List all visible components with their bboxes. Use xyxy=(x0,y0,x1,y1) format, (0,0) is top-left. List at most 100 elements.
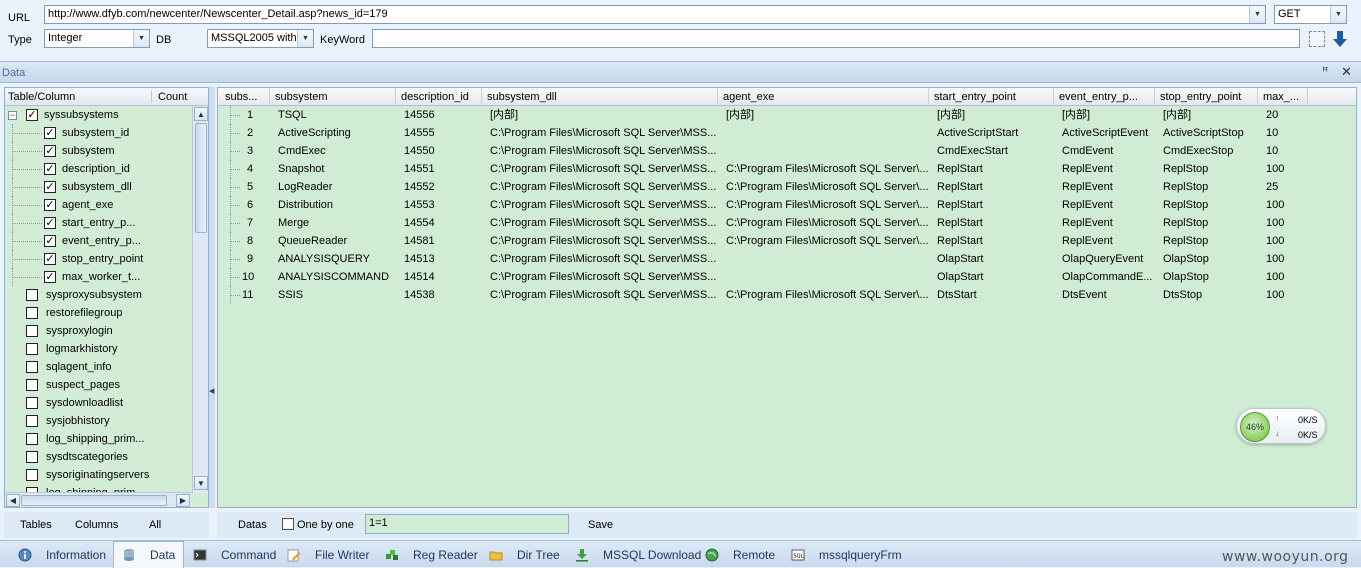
grid-cell[interactable]: CmdEvent xyxy=(1062,142,1160,160)
tree-column-node[interactable]: ✓ stop_entry_point xyxy=(5,250,208,268)
panel-splitter[interactable]: ◀ xyxy=(209,87,215,508)
columns-button[interactable]: Columns xyxy=(75,519,118,531)
grid-column-header[interactable]: stop_entry_point xyxy=(1155,88,1258,106)
grid-cell[interactable]: ANALYSISCOMMAND xyxy=(278,268,401,286)
save-button[interactable]: Save xyxy=(588,519,613,531)
grid-cell[interactable]: 2 xyxy=(247,124,275,142)
grid-cell[interactable]: ReplStart xyxy=(937,178,1059,196)
tree-checkbox-unchecked[interactable] xyxy=(26,289,38,301)
tree-checkbox-unchecked[interactable] xyxy=(26,451,38,463)
arrow-down-icon[interactable] xyxy=(1332,30,1348,48)
grid-cell[interactable]: 100 xyxy=(1266,286,1313,304)
grid-cell[interactable]: 1 xyxy=(247,106,275,124)
tab-remote[interactable]: Remote xyxy=(697,541,783,568)
grid-cell[interactable] xyxy=(726,142,934,160)
grid-cell[interactable]: TSQL xyxy=(278,106,401,124)
tree-column-node[interactable]: ✓ event_entry_p... xyxy=(5,232,208,250)
tab-mssqlqueryfrm[interactable]: SQL mssqlqueryFrm xyxy=(783,541,910,568)
grid-cell[interactable]: C:\Program Files\Microsoft SQL Server\MS… xyxy=(490,196,723,214)
grid-cell[interactable]: C:\Program Files\Microsoft SQL Server\..… xyxy=(726,232,934,250)
pin-icon[interactable]: ꟸ xyxy=(1322,65,1328,78)
tables-button[interactable]: Tables xyxy=(20,519,52,531)
grid-cell[interactable]: C:\Program Files\Microsoft SQL Server\MS… xyxy=(490,178,723,196)
grid-cell[interactable]: 100 xyxy=(1266,214,1313,232)
all-button[interactable]: All xyxy=(149,519,161,531)
datas-button[interactable]: Datas xyxy=(238,519,267,531)
tree-table-node[interactable]: log_shipping_prim... xyxy=(5,430,208,448)
grid-cell[interactable]: ReplStart xyxy=(937,232,1059,250)
grid-cell[interactable]: OlapStop xyxy=(1163,268,1263,286)
tree-header-table-column[interactable]: Table/Column xyxy=(5,90,152,103)
grid-cell[interactable]: 25 xyxy=(1266,178,1313,196)
tree-table-node[interactable]: suspect_pages xyxy=(5,376,208,394)
grid-cell[interactable]: C:\Program Files\Microsoft SQL Server\MS… xyxy=(490,250,723,268)
grid-cell[interactable]: ReplEvent xyxy=(1062,178,1160,196)
db-select[interactable]: MSSQL2005 with E ▼ xyxy=(207,29,314,48)
tree-column-node[interactable]: ✓ subsystem xyxy=(5,142,208,160)
grid-cell[interactable]: [内部] xyxy=(1062,106,1160,124)
url-dropdown-button[interactable]: ▼ xyxy=(1249,6,1265,23)
grid-cell[interactable]: C:\Program Files\Microsoft SQL Server\..… xyxy=(726,178,934,196)
grid-cell[interactable]: 100 xyxy=(1266,250,1313,268)
grid-cell[interactable]: ActiveScriptStart xyxy=(937,124,1059,142)
table-row[interactable]: 8 QueueReader 14581 C:\Program Files\Micros… xyxy=(218,232,1356,250)
grid-cell[interactable]: ReplEvent xyxy=(1062,160,1160,178)
tree-table-node[interactable]: sysoriginatingservers xyxy=(5,466,208,484)
network-speed-widget[interactable]: 46% ↑ ↓ 0K/S 0K/S xyxy=(1236,408,1326,444)
tree-checkbox-checked[interactable]: ✓ xyxy=(44,271,56,283)
tree-checkbox-checked[interactable]: ✓ xyxy=(44,253,56,265)
tree-column-node[interactable]: ✓ description_id xyxy=(5,160,208,178)
grid-column-header[interactable]: agent_exe xyxy=(718,88,929,106)
grid-cell[interactable]: 9 xyxy=(247,250,275,268)
grid-cell[interactable]: Snapshot xyxy=(278,160,401,178)
grid-cell[interactable]: 6 xyxy=(247,196,275,214)
grid-cell[interactable]: C:\Program Files\Microsoft SQL Server\MS… xyxy=(490,214,723,232)
tree-column-node[interactable]: ✓ start_entry_p... xyxy=(5,214,208,232)
grid-cell[interactable]: ReplStop xyxy=(1163,214,1263,232)
scroll-right-icon[interactable]: ▶ xyxy=(176,494,190,507)
table-row[interactable]: 3 CmdExec 14550 C:\Program Files\Microsoft … xyxy=(218,142,1356,160)
one-by-one-checkbox[interactable] xyxy=(282,518,294,530)
grid-cell[interactable]: C:\Program Files\Microsoft SQL Server\MS… xyxy=(490,142,723,160)
grid-cell[interactable]: OlapStop xyxy=(1163,250,1263,268)
tree-checkbox-checked[interactable]: ✓ xyxy=(44,235,56,247)
grid-cell[interactable]: 4 xyxy=(247,160,275,178)
tree-vertical-scrollbar[interactable]: ▲ ▼ xyxy=(192,106,208,493)
tab-file-writer[interactable]: File Writer xyxy=(279,541,377,568)
tree-checkbox-checked[interactable]: ✓ xyxy=(44,145,56,157)
grid-cell[interactable]: 14552 xyxy=(404,178,487,196)
grid-cell[interactable]: CmdExec xyxy=(278,142,401,160)
tree-checkbox-checked[interactable]: ✓ xyxy=(26,109,38,121)
tree-column-node[interactable]: ✓ max_worker_t... xyxy=(5,268,208,286)
grid-cell[interactable]: C:\Program Files\Microsoft SQL Server\MS… xyxy=(490,160,723,178)
grid-column-header[interactable]: subsystem_dll xyxy=(482,88,718,106)
collapse-icon[interactable]: − xyxy=(8,110,17,120)
grid-cell[interactable]: LogReader xyxy=(278,178,401,196)
tree-column-node[interactable]: ✓ agent_exe xyxy=(5,196,208,214)
tree-checkbox-unchecked[interactable] xyxy=(26,343,38,355)
grid-cell[interactable]: CmdExecStop xyxy=(1163,142,1263,160)
table-row[interactable]: 4 Snapshot 14551 C:\Program Files\Microsoft… xyxy=(218,160,1356,178)
grid-cell[interactable]: ReplStart xyxy=(937,214,1059,232)
grid-cell[interactable]: [内部] xyxy=(490,106,723,124)
tree-hscroll-thumb[interactable] xyxy=(21,495,167,506)
grid-cell[interactable]: 14514 xyxy=(404,268,487,286)
tab-reg-reader[interactable]: Reg Reader xyxy=(377,541,486,568)
grid-cell[interactable]: 14538 xyxy=(404,286,487,304)
grid-cell[interactable]: DtsStart xyxy=(937,286,1059,304)
grid-cell[interactable]: 10 xyxy=(1266,124,1313,142)
table-row[interactable]: 7 Merge 14554 C:\Program Files\Microsoft SQ… xyxy=(218,214,1356,232)
grid-cell[interactable]: ANALYSISQUERY xyxy=(278,250,401,268)
grid-cell[interactable]: 20 xyxy=(1266,106,1313,124)
table-row[interactable]: 2 ActiveScripting 14555 C:\Program Files\Mi… xyxy=(218,124,1356,142)
grid-column-header[interactable]: start_entry_point xyxy=(929,88,1054,106)
tab-command[interactable]: Command xyxy=(185,541,284,568)
tree-table-node[interactable]: − ✓ syssubsystems xyxy=(5,106,208,124)
grid-cell[interactable]: 8 xyxy=(247,232,275,250)
method-select[interactable]: GET ▼ xyxy=(1274,5,1347,24)
scroll-up-icon[interactable]: ▲ xyxy=(194,107,208,121)
grid-cell[interactable]: CmdExecStart xyxy=(937,142,1059,160)
grid-cell[interactable]: DtsEvent xyxy=(1062,286,1160,304)
tree-table-node[interactable]: sysproxylogin xyxy=(5,322,208,340)
table-row[interactable]: 10 ANALYSISCOMMAND 14514 C:\Program Files\M… xyxy=(218,268,1356,286)
